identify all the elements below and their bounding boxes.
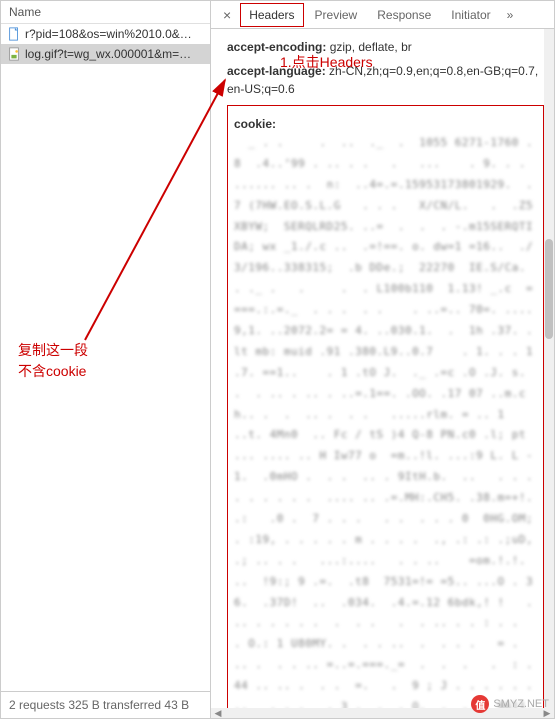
headers-detail-body[interactable]: accept-encoding: gzip, deflate, br accep… xyxy=(211,29,554,708)
header-cookie[interactable]: cookie: _ . . . .. ._ . 1055 6271-1760 .… xyxy=(234,112,537,708)
cookie-highlight-box: cookie: _ . . . .. ._ . 1055 6271-1760 .… xyxy=(227,105,544,708)
close-icon[interactable]: × xyxy=(215,7,239,23)
name-column-header[interactable]: Name xyxy=(1,1,210,24)
request-list-pane: Name r?pid=108&os=win%2010.0&… log.gif?t… xyxy=(1,1,211,718)
header-accept-encoding: accept-encoding: gzip, deflate, br xyxy=(227,35,544,59)
document-icon xyxy=(7,27,21,41)
request-label: r?pid=108&os=win%2010.0&… xyxy=(25,27,192,41)
cookie-value-blurred: _ . . . .. ._ . 1055 6271-1760 .8 .4..’9… xyxy=(234,133,537,708)
tab-headers[interactable]: Headers xyxy=(239,2,304,28)
vertical-scrollbar[interactable] xyxy=(544,29,554,708)
scrollbar-thumb[interactable] xyxy=(545,239,553,339)
watermark: 值 SMYZ.NET xyxy=(471,695,549,713)
watermark-text: SMYZ.NET xyxy=(493,698,549,710)
header-accept-language: accept-language: zh-CN,zh;q=0.9,en;q=0.8… xyxy=(227,59,544,101)
request-row[interactable]: log.gif?t=wg_wx.000001&m=… xyxy=(1,44,210,64)
image-file-icon xyxy=(7,47,21,61)
details-pane: × Headers Preview Response Initiator » a… xyxy=(211,1,554,718)
request-label: log.gif?t=wg_wx.000001&m=… xyxy=(25,47,191,61)
status-bar: 2 requests 325 B transferred 43 B xyxy=(1,691,210,718)
tab-bar: × Headers Preview Response Initiator » xyxy=(211,1,554,29)
request-row[interactable]: r?pid=108&os=win%2010.0&… xyxy=(1,24,210,44)
request-list: r?pid=108&os=win%2010.0&… log.gif?t=wg_w… xyxy=(1,24,210,691)
watermark-badge-icon: 值 xyxy=(471,695,489,713)
tab-preview[interactable]: Preview xyxy=(305,2,368,28)
tab-initiator[interactable]: Initiator xyxy=(441,2,500,28)
tab-response[interactable]: Response xyxy=(367,2,441,28)
more-tabs-icon[interactable]: » xyxy=(501,8,520,22)
scroll-left-arrow-icon[interactable]: ◀ xyxy=(211,708,225,718)
